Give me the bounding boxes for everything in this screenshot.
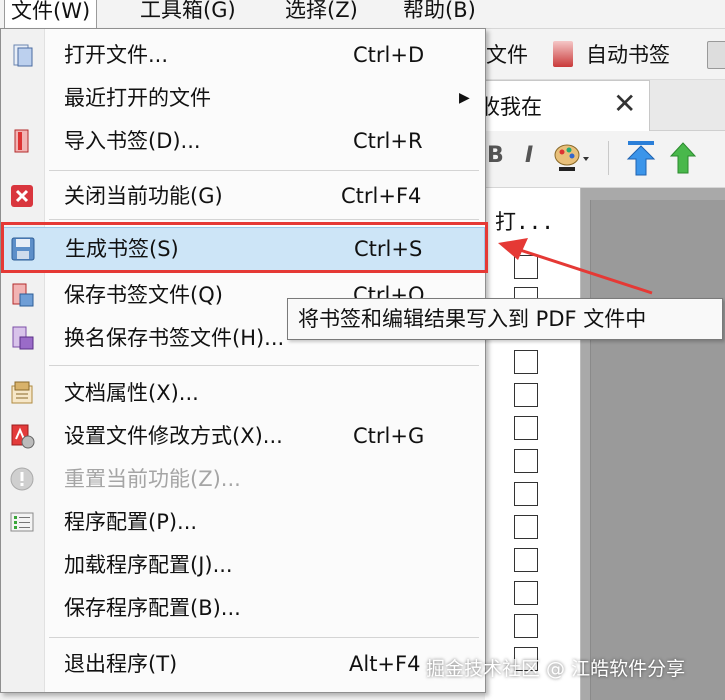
annotation-arrow-icon <box>498 238 653 295</box>
tooltip: 将书签和编辑结果写入到 PDF 文件中 <box>287 298 723 340</box>
watermark: 掘金技术社区 @ 江皓软件分享 <box>426 658 686 680</box>
